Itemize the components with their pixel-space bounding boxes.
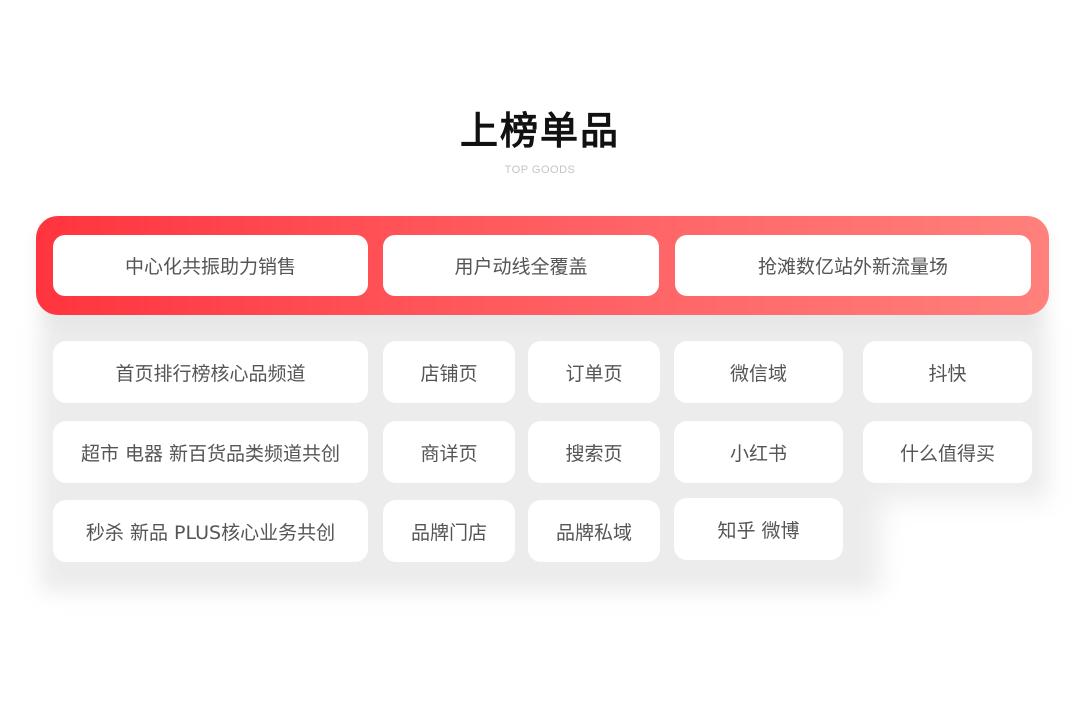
page-title: 上榜单品 [459,109,620,153]
grid-item-category-channels[interactable]: 超市 电器 新百货品类频道共创 [53,421,368,483]
grid-item-label: 品牌私域 [555,521,632,544]
highlight-card-label: 抢滩数亿站外新流量场 [757,256,948,278]
grid-item-label: 抖快 [928,362,967,385]
grid-item-homepage-ranking[interactable]: 首页排行榜核心品频道 [53,341,368,403]
grid-item-wechat[interactable]: 微信域 [674,341,843,403]
highlight-card-new-traffic[interactable]: 抢滩数亿站外新流量场 [675,235,1031,296]
grid-item-label: 搜索页 [565,442,623,465]
grid-item-search-page[interactable]: 搜索页 [528,421,660,483]
grid-item-label: 超市 电器 新百货品类频道共创 [80,442,341,465]
highlight-card-user-flow[interactable]: 用户动线全覆盖 [383,235,659,296]
grid-item-label: 首页排行榜核心品频道 [115,362,306,385]
grid-item-zhihu-weibo[interactable]: 知乎 微博 [674,498,843,560]
panel-shadow-mask [880,500,1080,720]
grid-item-smzdm[interactable]: 什么值得买 [863,421,1032,483]
grid-item-label: 品牌门店 [410,521,487,544]
grid-item-order-page[interactable]: 订单页 [528,341,660,403]
grid-item-label: 订单页 [565,362,623,385]
grid-item-brand-store[interactable]: 品牌门店 [383,500,515,562]
grid-item-flash-sale[interactable]: 秒杀 新品 PLUS核心业务共创 [53,500,368,562]
grid-item-label: 什么值得买 [899,442,995,465]
highlight-card-label: 中心化共振助力销售 [124,256,296,278]
grid-item-store-page[interactable]: 店铺页 [383,341,515,403]
grid-item-label: 知乎 微博 [717,519,800,542]
highlight-card-label: 用户动线全覆盖 [454,256,588,278]
grid-item-xiaohongshu[interactable]: 小红书 [674,421,843,483]
grid-item-product-detail[interactable]: 商详页 [383,421,515,483]
grid-item-label: 秒杀 新品 PLUS核心业务共创 [85,521,336,544]
grid-item-label: 小红书 [729,442,787,465]
grid-item-brand-private-domain[interactable]: 品牌私域 [528,500,660,562]
grid-item-label: 微信域 [729,362,787,385]
grid-item-label: 店铺页 [420,362,478,385]
highlight-card-sales[interactable]: 中心化共振助力销售 [53,235,368,296]
page-subtitle: TOP GOODS [504,164,576,176]
grid-item-douyin-kuaishou[interactable]: 抖快 [863,341,1032,403]
grid-item-label: 商详页 [420,442,478,465]
